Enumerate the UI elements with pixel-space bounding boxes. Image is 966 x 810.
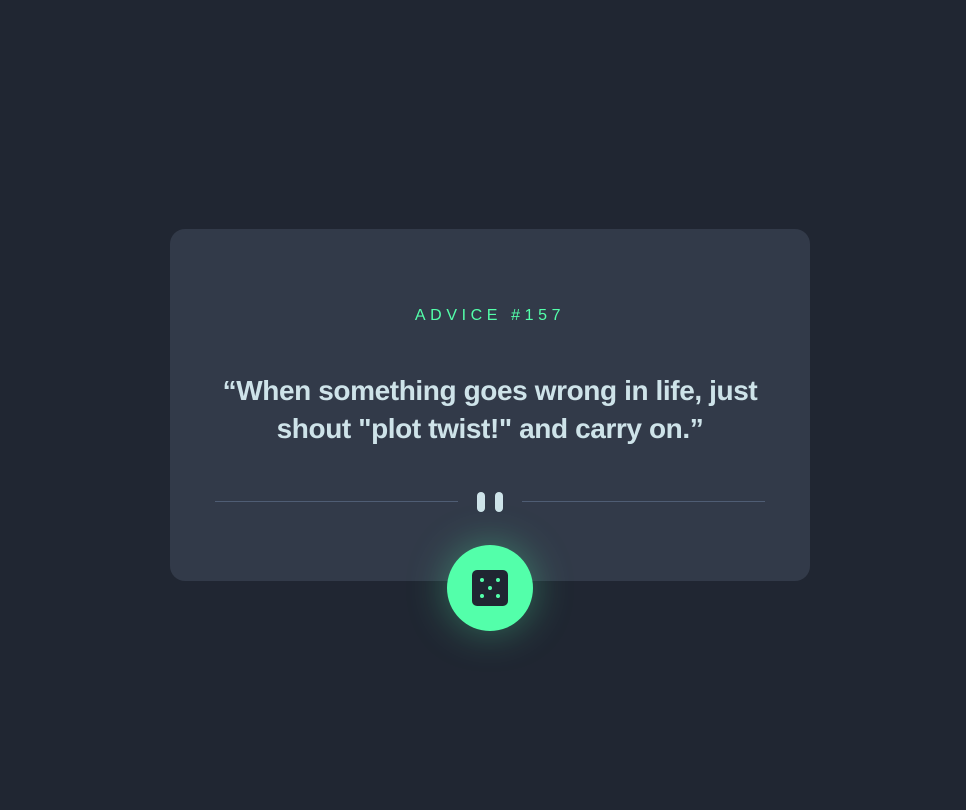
divider-line-left (215, 501, 458, 502)
pause-icon (477, 492, 503, 512)
advice-card: ADVICE #157 “When something goes wrong i… (170, 229, 810, 581)
advice-quote: “When something goes wrong in life, just… (222, 375, 758, 444)
divider-line-right (522, 501, 765, 502)
pattern-divider (215, 488, 765, 516)
dice-icon (472, 570, 508, 606)
advice-number: ADVICE #157 (414, 307, 566, 324)
page: ADVICE #157 “When something goes wrong i… (0, 0, 966, 810)
new-advice-button[interactable] (447, 545, 533, 631)
